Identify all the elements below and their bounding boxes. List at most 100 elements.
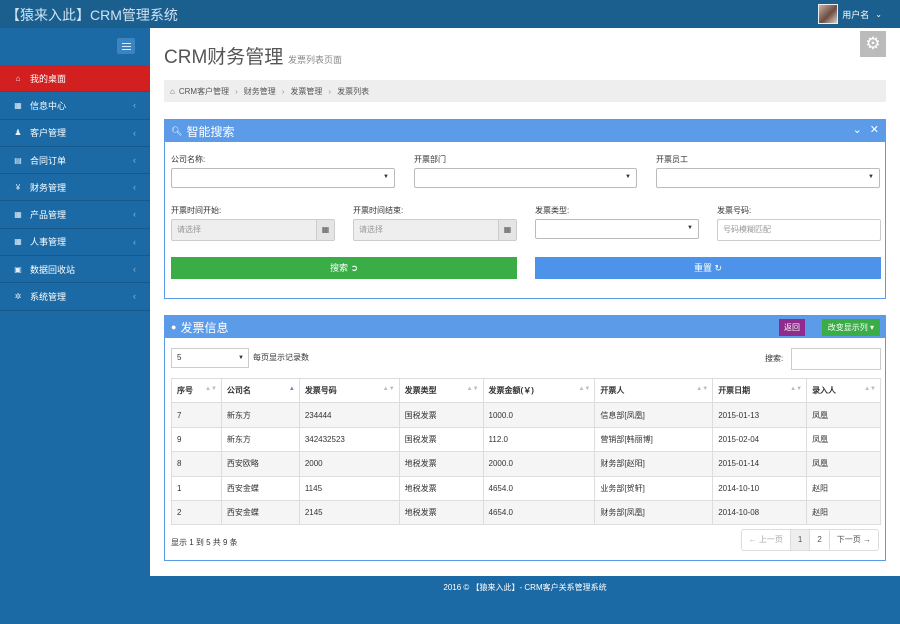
results-panel-title: 发票信息: [180, 320, 229, 335]
invoice-number-input[interactable]: 号码模糊匹配: [717, 219, 881, 241]
table-row[interactable]: 1 西安金蝶 1145 地税发票 4654.0 业务部[贺轩] 2014-10-10 赵阳: [171, 475, 881, 501]
company-select[interactable]: ▼: [171, 168, 395, 188]
sidebar-item-system[interactable]: ✲ 系统管理 ‹: [0, 283, 150, 311]
table-row[interactable]: 7 新东方 234444 国税发票 1000.0 信息部[凤凰] 2015-01-13 凤凰: [171, 402, 881, 428]
close-icon[interactable]: ✕: [870, 123, 879, 136]
cell-type: 国税发票: [398, 402, 484, 428]
sort-asc-icon: ▲: [288, 386, 295, 392]
table-icon: ▦: [14, 210, 22, 220]
sort-icon: ▲▼: [696, 386, 709, 392]
col-header-amount[interactable]: 发票金额(￥) ▲▼: [482, 377, 596, 404]
page-length-text: 每页显示记录数: [253, 353, 309, 362]
page-2-button[interactable]: 2: [810, 530, 830, 550]
cell-amount: 112.0: [482, 426, 596, 453]
breadcrumb-item[interactable]: 发票管理: [290, 86, 322, 97]
sidebar-item-desktop[interactable]: ⌂ 我的桌面: [0, 65, 150, 93]
cell-company: 西安金蝶: [220, 499, 300, 526]
invoice-number-label: 发票号码:: [717, 206, 752, 215]
sidebar-item-info-center[interactable]: ▦ 信息中心 ‹: [0, 92, 150, 120]
back-button[interactable]: 返回: [779, 319, 805, 336]
sidebar-item-label: 我的桌面: [30, 73, 67, 84]
sidebar-item-customers[interactable]: ♟ 客户管理 ‹: [0, 120, 150, 147]
cell-company: 西安欧略: [220, 451, 300, 477]
table-row[interactable]: 8 西安欧略 2000 地税发票 2000.0 财务部[赵阳] 2015-01-14 凤凰: [171, 451, 881, 477]
dept-select[interactable]: ▼: [414, 168, 637, 188]
settings-gear-button[interactable]: ⚙: [860, 31, 886, 57]
cell-number: 234444: [298, 402, 400, 428]
reset-button[interactable]: 重置 ↻: [535, 257, 881, 279]
breadcrumb-item[interactable]: CRM客户管理: [179, 86, 229, 97]
sidebar-item-hr[interactable]: ▦ 人事管理 ‹: [0, 229, 150, 257]
cell-type: 地税发票: [398, 499, 484, 526]
cell-entered-by: 凤凰: [806, 402, 881, 428]
cell-entered-by: 凤凰: [806, 426, 881, 453]
chevron-left-icon: ‹: [133, 100, 136, 111]
cell-company: 西安金蝶: [220, 475, 300, 501]
col-header-issuer[interactable]: 开票人 ▲▼: [594, 377, 714, 404]
sidebar-item-label: 产品管理: [30, 210, 67, 221]
col-header-company[interactable]: 公司名 ▲: [220, 377, 300, 404]
sidebar-item-label: 合同订单: [30, 155, 67, 166]
dept-label: 开票部门: [414, 155, 446, 164]
sidebar-item-products[interactable]: ▦ 产品管理 ‹: [0, 201, 150, 229]
sidebar-item-label: 信息中心: [30, 100, 67, 111]
calendar-icon[interactable]: ▦: [316, 220, 334, 240]
chevron-left-icon: ‹: [133, 236, 136, 247]
caret-down-icon: ▼: [687, 225, 693, 231]
collapse-icon[interactable]: ⌄: [853, 123, 862, 136]
sort-icon: ▲▼: [578, 386, 591, 392]
sidebar: ⌂ 我的桌面 ▦ 信息中心 ‹ ♟ 客户管理 ‹ ▤ 合同订单 ‹ ¥ 财务管理 ‹ ▦ 产品管理 ‹…: [0, 28, 150, 624]
col-header-date[interactable]: 开票日期 ▲▼: [712, 377, 808, 404]
next-page-button[interactable]: 下一页 →: [830, 530, 878, 550]
sidebar-item-label: 财务管理: [30, 182, 67, 193]
cell-date: 2015-01-14: [712, 451, 808, 477]
calendar-icon[interactable]: ▦: [498, 220, 516, 240]
cell-index: 2: [171, 499, 222, 526]
cell-number: 2145: [298, 499, 400, 526]
invoice-type-select[interactable]: ▼: [535, 219, 699, 239]
sidebar-item-recycle-bin[interactable]: ▣ 数据回收站 ‹: [0, 256, 150, 284]
end-date-input[interactable]: 请选择 ▦: [353, 219, 517, 241]
start-date-input[interactable]: 请选择 ▦: [171, 219, 335, 241]
gear-icon: ✲: [14, 292, 22, 302]
caret-down-icon: ▼: [868, 174, 874, 180]
user-menu[interactable]: 用户名 ⌄: [818, 4, 882, 24]
user-name[interactable]: 用户名: [842, 8, 869, 21]
sidebar-item-label: 系统管理: [30, 292, 67, 303]
table-info: 显示 1 到 5 共 9 条: [171, 538, 238, 547]
cell-company: 新东方: [220, 426, 300, 453]
company-label: 公司名称:: [171, 155, 206, 164]
page-length-select[interactable]: 5 ▼: [171, 348, 249, 368]
change-columns-button[interactable]: 改变显示列 ▾: [821, 319, 880, 336]
caret-down-icon: ▼: [625, 174, 631, 180]
breadcrumb-separator: ›: [235, 86, 238, 96]
table-search-label: 搜索:: [765, 354, 784, 363]
page-1-button[interactable]: 1: [790, 530, 811, 550]
chevron-left-icon: ‹: [133, 182, 136, 193]
sidebar-menu: ⌂ 我的桌面 ▦ 信息中心 ‹ ♟ 客户管理 ‹ ▤ 合同订单 ‹ ¥ 财务管理 ‹ ▦ 产品管理 ‹…: [0, 65, 150, 311]
cell-number: 2000: [298, 451, 400, 477]
breadcrumb-item[interactable]: 财务管理: [244, 86, 276, 97]
chevron-down-icon[interactable]: ⌄: [875, 10, 882, 19]
table-search-input[interactable]: [791, 348, 881, 370]
avatar[interactable]: [818, 4, 839, 24]
col-header-entered-by[interactable]: 录入人 ▲▼: [806, 377, 881, 404]
sidebar-item-contracts[interactable]: ▤ 合同订单 ‹: [0, 147, 150, 175]
sidebar-item-finance[interactable]: ¥ 财务管理 ‹: [0, 174, 150, 202]
cell-amount: 4654.0: [482, 475, 596, 501]
col-header-index[interactable]: 序号 ▲▼: [171, 377, 222, 404]
employee-label: 开票员工: [656, 155, 688, 164]
sidebar-toggle-button[interactable]: [117, 38, 135, 54]
app-brand[interactable]: 【猿来入此】CRM管理系统: [6, 5, 178, 25]
employee-select[interactable]: ▼: [656, 168, 880, 188]
col-header-number[interactable]: 发票号码 ▲▼: [298, 377, 400, 404]
col-header-type[interactable]: 发票类型 ▲▼: [398, 377, 484, 404]
prev-page-button[interactable]: ← 上一页: [742, 530, 791, 550]
table-row[interactable]: 2 西安金蝶 2145 地税发票 4654.0 财务部[凤凰] 2014-10-08 赵阳: [171, 499, 881, 526]
sidebar-item-label: 数据回收站: [30, 264, 76, 275]
caret-down-icon: ▼: [238, 355, 244, 361]
breadcrumb-separator: ›: [281, 86, 285, 96]
search-button[interactable]: 搜索 ➲: [171, 257, 517, 279]
table-row[interactable]: 9 新东方 342432523 国税发票 112.0 营销部[韩丽博] 2015-02-04…: [171, 426, 881, 453]
home-icon: ⌂: [15, 73, 21, 83]
